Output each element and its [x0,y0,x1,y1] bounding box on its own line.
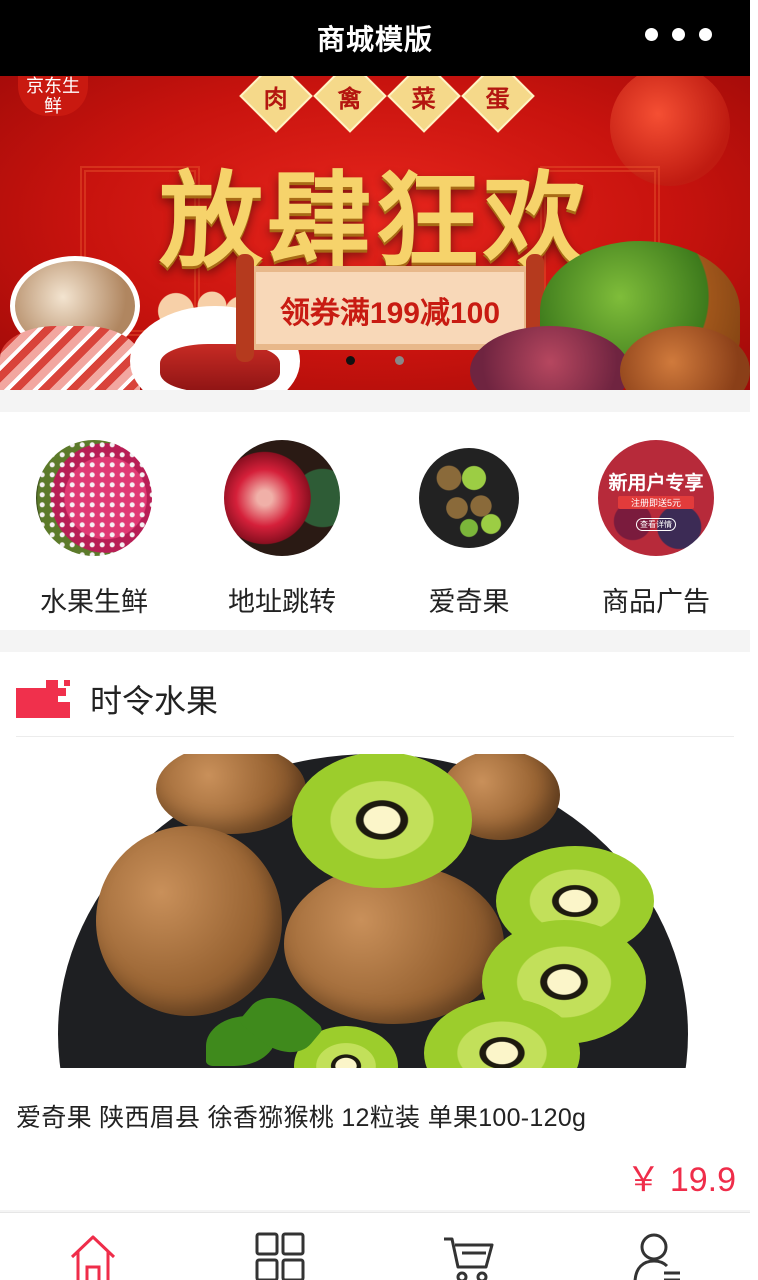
more-menu-button[interactable] [645,28,712,41]
more-dot-icon [672,28,685,41]
banner-tag-text: 蛋 [486,83,510,113]
grid-icon [255,1232,305,1280]
pagination-dot-active[interactable] [346,356,355,365]
new-user-promo-image: 新用户专享 注册即送5元 查看详情 [598,440,714,556]
sliced-meat-image [0,326,140,390]
promo-banner[interactable]: 京东生鲜 肉 禽 菜 蛋 放肆狂欢 领券满199减100 [0,76,750,390]
category-label: 爱奇果 [428,587,510,617]
category-label: 商品广告 [602,587,710,617]
more-dot-icon [699,28,712,41]
divider [16,736,734,737]
category-item-fresh-fruit[interactable]: 水果生鲜 [4,440,184,619]
promo-title: 新用户专享 [608,473,704,494]
banner-tag: 蛋 [461,76,535,133]
more-dot-icon [645,28,658,41]
kiwi-whole-image [284,864,504,1024]
category-item-ad[interactable]: 新用户专享 注册即送5元 查看详情 商品广告 [566,440,746,619]
banner-top-tags: 肉 禽 菜 蛋 [239,76,535,133]
tab-profile[interactable] [632,1231,686,1280]
banner-tag-text: 菜 [412,83,436,113]
coupon-scroll: 领券满199减100 [236,254,544,362]
category-label: 水果生鲜 [40,587,148,617]
dragon-fruit-image [36,440,152,556]
brand-corner-tag: 京东生鲜 [18,76,88,116]
tab-cart[interactable] [442,1231,496,1280]
promo-subtitle: 注册即送5元 [618,496,694,509]
product-price: ￥ 19.9 [626,1161,736,1199]
page-title: 商城模版 [316,24,433,55]
category-label: 地址跳转 [228,587,336,617]
tab-category[interactable] [254,1231,308,1280]
category-item-kiwi[interactable]: 爱奇果 [379,440,559,619]
banner-tag: 肉 [239,76,313,133]
top-bar: 商城模版 [0,0,750,76]
home-icon [70,1235,116,1280]
product-name[interactable]: 爱奇果 陕西眉县 徐香猕猴桃 12粒装 单果100-120g [16,1098,586,1134]
user-icon [633,1233,680,1280]
kiwi-whole-image [96,826,282,1016]
section-title: 时令水果 [90,683,219,719]
banner-pagination [346,356,404,365]
scrollbar[interactable] [750,0,758,1280]
banner-tag-text: 禽 [338,83,362,113]
section-mosaic-icon [16,680,70,718]
kiwi-image [419,448,519,548]
category-item-link[interactable]: 地址跳转 [192,440,372,619]
bottom-tab-bar [0,1212,750,1280]
apple-image [224,440,340,556]
banner-tag-text: 肉 [264,83,288,113]
category-nav: 水果生鲜 地址跳转 爱奇果 新用户专享 注册即送5元 查看详情 商品广告 [0,412,750,630]
banner-tag: 禽 [313,76,387,133]
tab-home[interactable] [66,1231,120,1280]
promo-button: 查看详情 [636,518,676,531]
cart-icon [444,1237,494,1280]
banner-tag: 菜 [387,76,461,133]
kiwi-half-image [292,754,472,888]
section-header: 时令水果 [16,674,218,724]
seasonal-fruit-section: 时令水果 爱奇果 陕西眉县 徐香猕猴桃 12粒装 单果100-120g ￥ 19… [0,652,750,1210]
product-image[interactable] [0,754,750,1068]
pagination-dot[interactable] [395,356,404,365]
coupon-text: 领券满199减100 [279,297,501,330]
